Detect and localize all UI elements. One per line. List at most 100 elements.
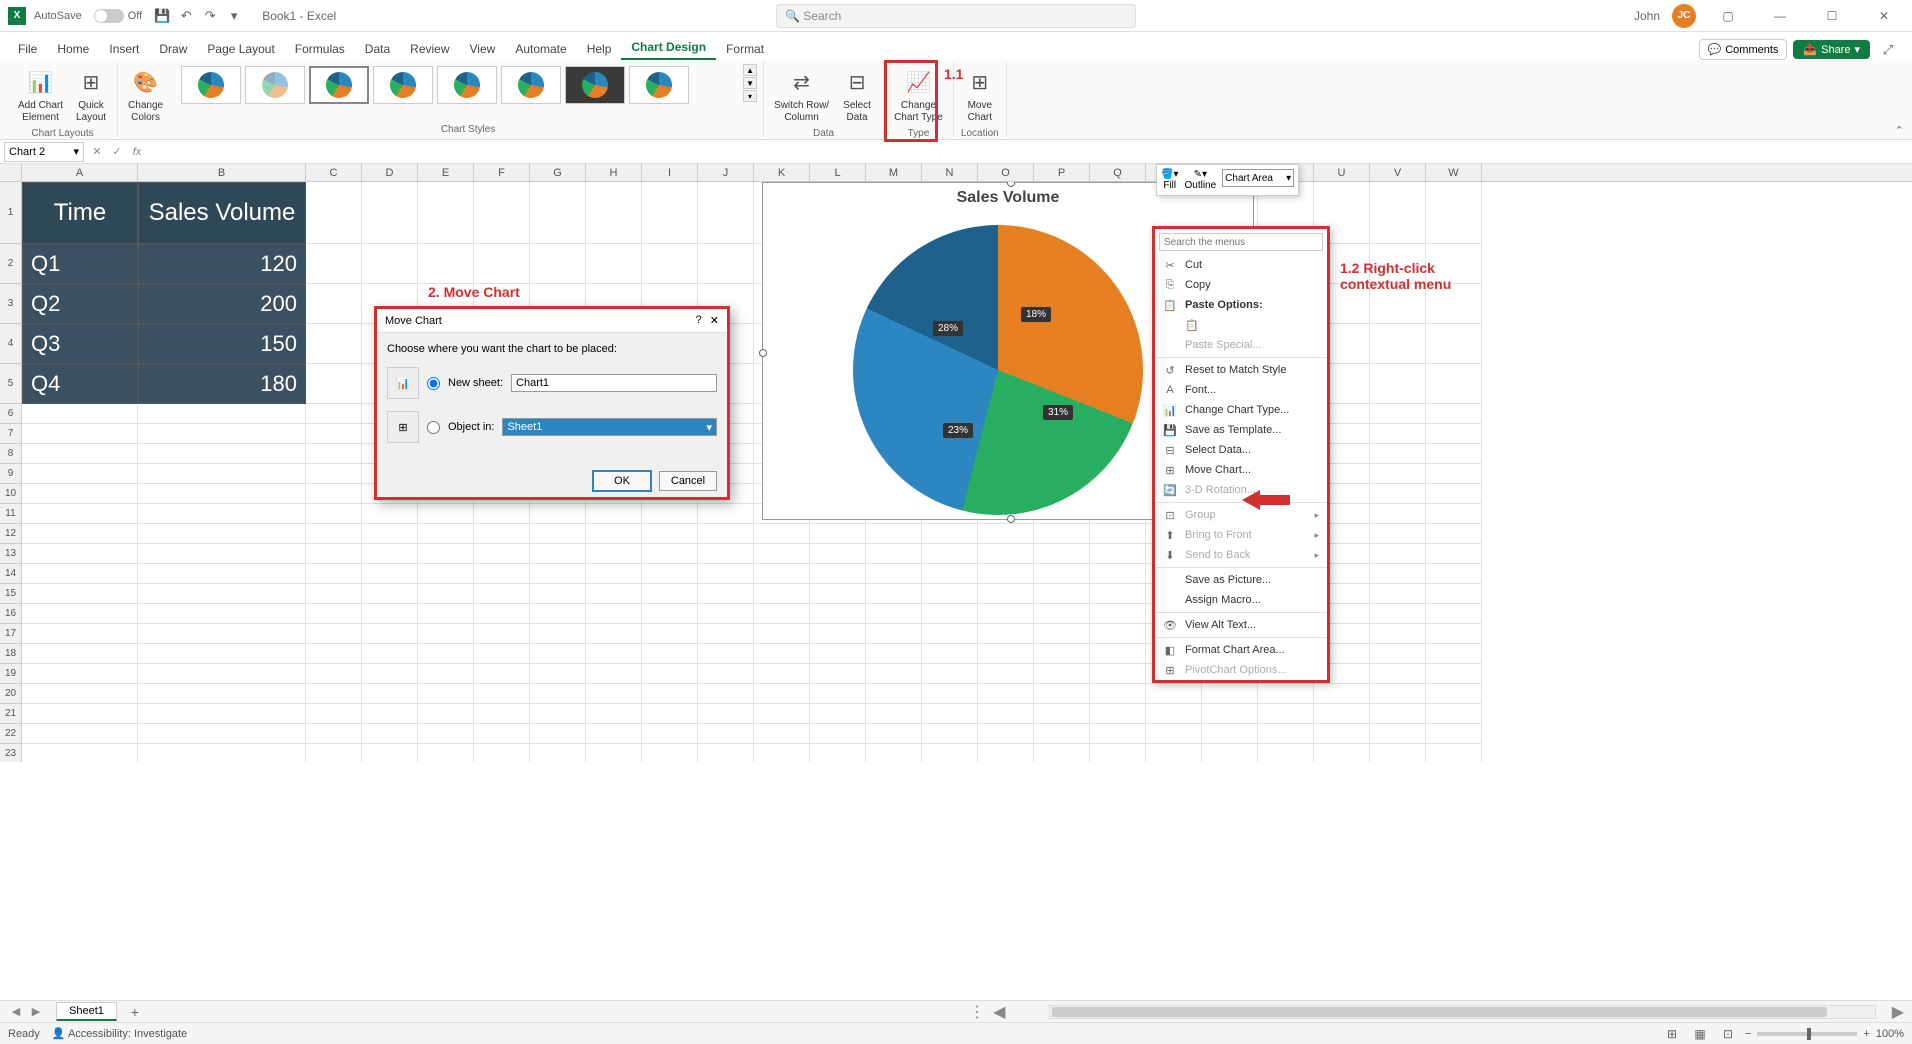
cell[interactable] [1202, 724, 1258, 744]
cell[interactable] [1370, 604, 1426, 624]
cell[interactable] [1426, 524, 1482, 544]
object-in-radio[interactable] [427, 421, 440, 434]
ribbon-mode-icon[interactable]: ⤢ [1878, 40, 1898, 60]
cell[interactable] [474, 604, 530, 624]
cell[interactable] [922, 584, 978, 604]
cell[interactable] [22, 564, 138, 584]
tab-file[interactable]: File [8, 38, 47, 60]
cell[interactable] [1090, 664, 1146, 684]
cell[interactable] [698, 564, 754, 584]
cell[interactable] [586, 644, 642, 664]
cell[interactable] [474, 644, 530, 664]
cell[interactable] [1426, 544, 1482, 564]
row-header[interactable]: 23 [0, 744, 22, 762]
cell[interactable] [1090, 724, 1146, 744]
quick-layout-button[interactable]: ⊞ Quick Layout [71, 64, 111, 126]
cell[interactable] [642, 664, 698, 684]
cell[interactable] [22, 484, 138, 504]
cell[interactable] [530, 544, 586, 564]
sheet-tab-sheet1[interactable]: Sheet1 [56, 1002, 117, 1021]
cell[interactable] [1146, 704, 1202, 724]
cell[interactable] [866, 644, 922, 664]
cell[interactable] [362, 684, 418, 704]
row-header[interactable]: 14 [0, 564, 22, 584]
col-header-d[interactable]: D [362, 164, 418, 181]
cell[interactable] [530, 744, 586, 762]
cell[interactable] [922, 704, 978, 724]
cell[interactable] [306, 504, 362, 524]
cell[interactable] [698, 684, 754, 704]
cell[interactable] [306, 724, 362, 744]
cell[interactable] [418, 564, 474, 584]
cell[interactable] [1090, 604, 1146, 624]
cell[interactable] [530, 564, 586, 584]
cell[interactable] [22, 724, 138, 744]
cell[interactable] [754, 564, 810, 584]
cell[interactable] [810, 624, 866, 644]
cell[interactable] [22, 604, 138, 624]
cell[interactable] [586, 524, 642, 544]
cell[interactable] [642, 704, 698, 724]
cell[interactable] [1090, 544, 1146, 564]
cell[interactable] [698, 182, 754, 244]
ctx-save-picture[interactable]: Save as Picture... [1155, 570, 1327, 590]
chart-style-7[interactable] [565, 66, 625, 104]
cell[interactable] [530, 644, 586, 664]
cell[interactable] [642, 544, 698, 564]
autosave-toggle[interactable] [94, 9, 124, 23]
cell[interactable] [642, 182, 698, 244]
close-icon[interactable]: ✕ [1864, 2, 1904, 30]
table-cell[interactable]: Q4 [22, 364, 138, 404]
dialog-close-icon[interactable]: ✕ [710, 314, 719, 327]
cell[interactable] [474, 664, 530, 684]
cell[interactable] [586, 664, 642, 684]
table-cell[interactable]: Q2 [22, 284, 138, 324]
cell[interactable] [1370, 684, 1426, 704]
cell[interactable] [306, 704, 362, 724]
cell[interactable] [1034, 604, 1090, 624]
cell[interactable] [138, 584, 306, 604]
tab-formulas[interactable]: Formulas [285, 38, 355, 60]
cell[interactable] [418, 624, 474, 644]
cell[interactable] [1034, 664, 1090, 684]
outline-button[interactable]: ✎▾ Outline [1184, 169, 1216, 191]
maximize-icon[interactable]: ☐ [1812, 2, 1852, 30]
cell[interactable] [642, 524, 698, 544]
cell[interactable] [22, 424, 138, 444]
cell[interactable] [138, 544, 306, 564]
cell[interactable] [1090, 744, 1146, 762]
redo-icon[interactable]: ↷ [200, 6, 220, 26]
cell[interactable] [1426, 182, 1482, 244]
cell[interactable] [474, 584, 530, 604]
cell[interactable] [362, 644, 418, 664]
cell[interactable] [810, 644, 866, 664]
cell[interactable] [138, 424, 306, 444]
ctx-change-chart-type[interactable]: 📊Change Chart Type... [1155, 400, 1327, 420]
cell[interactable] [642, 604, 698, 624]
cell[interactable] [922, 724, 978, 744]
cell[interactable] [1370, 644, 1426, 664]
cell[interactable] [922, 684, 978, 704]
cell[interactable] [22, 624, 138, 644]
cell[interactable] [1426, 504, 1482, 524]
row-header[interactable]: 5 [0, 364, 22, 404]
tab-data[interactable]: Data [355, 38, 400, 60]
cell[interactable] [586, 584, 642, 604]
cell[interactable] [530, 244, 586, 284]
cell[interactable] [586, 744, 642, 762]
row-header[interactable]: 11 [0, 504, 22, 524]
cell[interactable] [530, 704, 586, 724]
formula-input[interactable] [150, 142, 1912, 162]
cell[interactable] [362, 744, 418, 762]
cell[interactable] [754, 704, 810, 724]
col-header-n[interactable]: N [922, 164, 978, 181]
cell[interactable] [474, 244, 530, 284]
cell[interactable] [530, 584, 586, 604]
cell[interactable] [698, 644, 754, 664]
cell[interactable] [306, 284, 362, 324]
cell[interactable] [1034, 724, 1090, 744]
cell[interactable] [1426, 444, 1482, 464]
cell[interactable] [306, 664, 362, 684]
cell[interactable] [1202, 684, 1258, 704]
cell[interactable] [1202, 744, 1258, 762]
